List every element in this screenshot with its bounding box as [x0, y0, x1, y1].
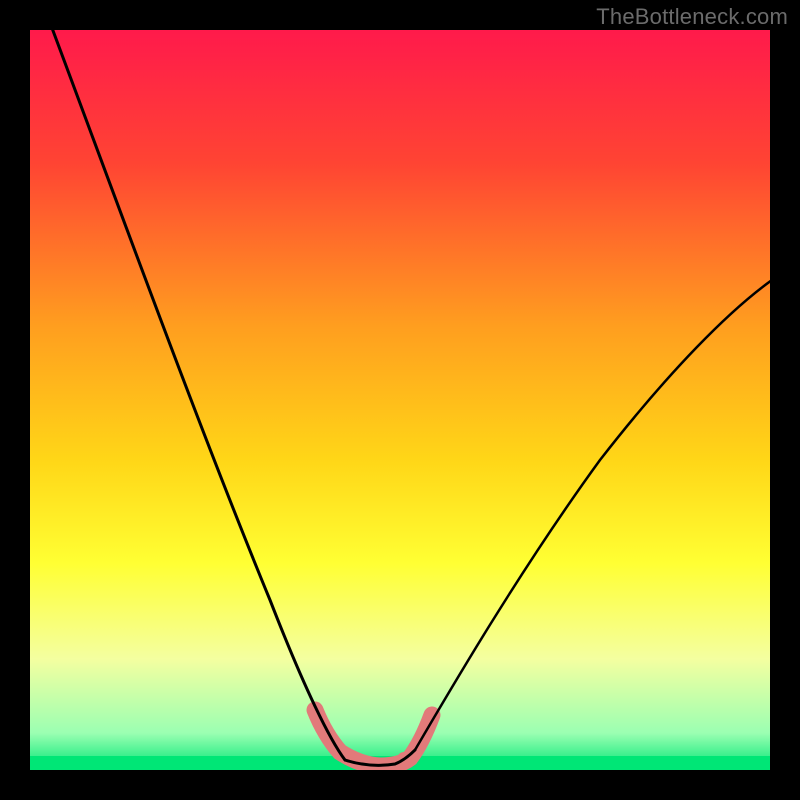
plot-background [30, 30, 770, 770]
bottleneck-chart [0, 0, 800, 800]
watermark-text: TheBottleneck.com [596, 4, 788, 30]
chart-frame: TheBottleneck.com [0, 0, 800, 800]
